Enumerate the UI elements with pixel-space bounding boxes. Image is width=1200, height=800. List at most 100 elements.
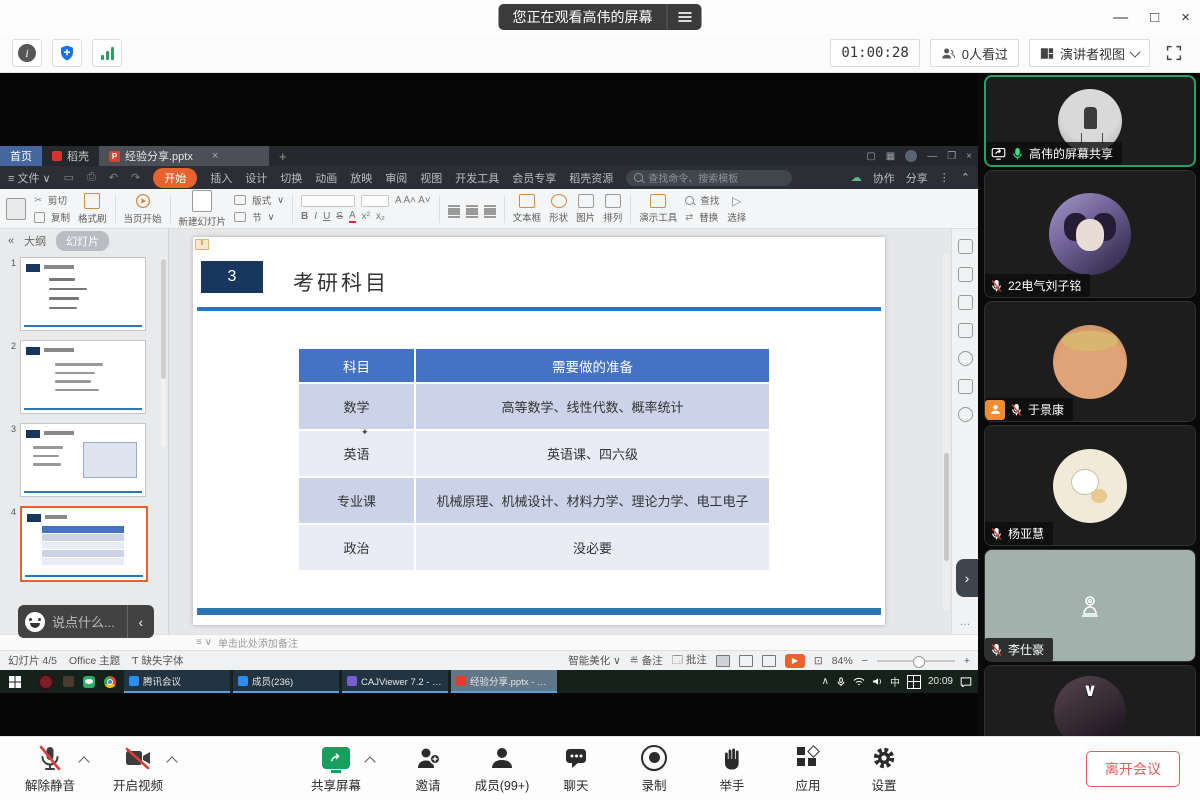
menu-devtools-tab[interactable]: 开发工具 xyxy=(455,170,499,186)
new-tab-button[interactable]: + xyxy=(269,146,297,166)
textbox-button[interactable]: 文本框 xyxy=(513,194,542,224)
picture-button[interactable]: 图片 xyxy=(576,194,595,224)
menu-member-tab[interactable]: 会员专享 xyxy=(512,170,556,186)
normal-view-icon[interactable] xyxy=(716,655,730,667)
participant-tile[interactable]: 于景康 xyxy=(984,301,1196,422)
tray-wifi-icon[interactable] xyxy=(853,677,865,687)
align-right-icon[interactable] xyxy=(484,210,496,212)
panel-scrollbar[interactable] xyxy=(161,257,166,447)
menu-docer-tab[interactable]: 稻壳资源 xyxy=(569,170,613,186)
cut-button[interactable]: ✂剪切 xyxy=(34,193,70,207)
shapes-button[interactable]: 形状 xyxy=(549,194,568,224)
menu-review-tab[interactable]: 审阅 xyxy=(385,170,407,186)
tray-volume-icon[interactable] xyxy=(872,676,883,687)
menu-start-tab[interactable]: 开始 xyxy=(153,168,197,188)
notification-icon[interactable] xyxy=(960,676,972,687)
help-icon[interactable] xyxy=(958,351,973,366)
share-options-caret[interactable] xyxy=(364,756,375,767)
panel-collapse-icon[interactable]: « xyxy=(8,235,14,247)
tray-mic-icon[interactable] xyxy=(836,676,846,688)
layout-button[interactable]: 版式 ∨ xyxy=(234,193,284,207)
tray-expand-icon[interactable]: ∧ xyxy=(822,676,829,687)
settings-button[interactable]: 设置 xyxy=(854,744,914,794)
menu-design-tab[interactable]: 设计 xyxy=(245,170,267,186)
reading-view-icon[interactable] xyxy=(762,655,776,667)
video-options-caret[interactable] xyxy=(166,756,177,767)
wps-tab-docer[interactable]: 稻壳 xyxy=(42,146,99,166)
raise-hand-button[interactable]: 举手 xyxy=(702,744,762,794)
wps-search-box[interactable]: 查找命令、搜索模板 xyxy=(626,170,792,186)
invite-button[interactable]: 邀请 xyxy=(398,744,458,794)
zoom-out-button[interactable]: − xyxy=(862,655,868,667)
wps-tab-document[interactable]: P 经验分享.pptx × xyxy=(99,146,269,166)
comments-toggle[interactable]: 🗔 批注 xyxy=(672,652,707,670)
sorter-view-icon[interactable] xyxy=(739,655,753,667)
scroll-down-chevron-icon[interactable]: ∨ xyxy=(1083,680,1098,701)
wps-tab-home[interactable]: 首页 xyxy=(0,146,42,166)
leave-meeting-button[interactable]: 离开会议 xyxy=(1086,751,1180,787)
section-button[interactable]: 节 ∨ xyxy=(234,210,284,224)
taskbar-app-cajviewer[interactable]: CAJViewer 7.2 - [演... xyxy=(342,670,448,693)
beautify-icon[interactable] xyxy=(958,295,973,310)
viewers-button[interactable]: 0人看过 xyxy=(930,39,1019,67)
chat-input-overlay[interactable]: 说点什么... ‹ xyxy=(18,605,154,638)
wps-close-button[interactable]: × xyxy=(966,151,972,162)
more-icons[interactable]: … xyxy=(960,616,971,628)
quick-save-icon[interactable]: ▭ xyxy=(64,171,74,184)
share-button[interactable]: 分享 xyxy=(906,170,928,186)
participant-tile[interactable]: 22电气刘子铭 xyxy=(984,170,1196,298)
italic-button[interactable]: I xyxy=(314,211,317,222)
participant-tile-partial[interactable]: ∨ xyxy=(984,665,1196,736)
close-tab-icon[interactable]: × xyxy=(212,150,218,162)
security-button[interactable] xyxy=(52,39,82,67)
redo-icon[interactable]: ↷ xyxy=(131,171,140,184)
tray-app-icon[interactable] xyxy=(63,676,74,687)
props-icon[interactable] xyxy=(958,239,973,254)
bold-button[interactable]: B xyxy=(301,211,308,222)
close-button[interactable]: × xyxy=(1181,10,1190,25)
view-mode-selector[interactable]: 演讲者视图 xyxy=(1029,39,1150,67)
fullscreen-button[interactable] xyxy=(1160,40,1188,66)
sidebar-expand-toggle[interactable]: › xyxy=(956,559,978,597)
wps-minimize-button[interactable]: — xyxy=(927,151,937,162)
wps-layout-icon[interactable]: ▢ xyxy=(866,151,875,162)
canvas-scrollbar[interactable] xyxy=(943,253,950,610)
wechat-icon[interactable] xyxy=(83,676,95,688)
tray-app-icon[interactable] xyxy=(38,674,54,690)
wps-account-avatar[interactable] xyxy=(905,150,917,162)
assistant-icon[interactable] xyxy=(958,407,973,422)
menu-animation-tab[interactable]: 动画 xyxy=(315,170,337,186)
collaborate-button[interactable]: 协作 xyxy=(873,170,895,186)
missing-font-warning[interactable]: Ƭ 缺失字体 xyxy=(132,653,183,668)
cloud-sync-icon[interactable]: ☁ xyxy=(851,171,862,184)
chat-placeholder[interactable]: 说点什么... xyxy=(52,612,127,631)
wps-grid-icon[interactable]: ▦ xyxy=(886,151,895,162)
bullet-list-icon[interactable] xyxy=(448,205,460,207)
participant-tile-video[interactable]: 李仕豪 xyxy=(984,549,1196,662)
animation-pane-icon[interactable] xyxy=(958,267,973,282)
taskbar-app-wps[interactable]: 经验分享.pptx - WP... xyxy=(451,670,557,693)
align-left-icon[interactable] xyxy=(448,210,460,212)
zoom-percent[interactable]: 84% xyxy=(832,655,853,667)
collapse-ribbon-icon[interactable]: ⌃ xyxy=(961,171,970,184)
menu-transition-tab[interactable]: 切换 xyxy=(280,170,302,186)
font-size-box[interactable] xyxy=(361,195,389,207)
start-button[interactable] xyxy=(0,670,30,693)
menu-file[interactable]: ≡ 文件 ∨ xyxy=(8,170,51,186)
zoom-slider[interactable] xyxy=(877,660,955,662)
comment-pane-icon[interactable] xyxy=(958,323,973,338)
tab-outline[interactable]: 大纲 xyxy=(24,233,46,249)
presentation-tools-button[interactable]: 演示工具 xyxy=(639,194,677,224)
share-screen-button[interactable]: 共享屏幕 xyxy=(306,744,366,794)
network-status-button[interactable] xyxy=(92,39,122,67)
menu-insert-tab[interactable]: 插入 xyxy=(210,170,232,186)
notes-toggle[interactable]: ≝ 备注 xyxy=(630,653,663,668)
slide-thumbnail-1[interactable] xyxy=(20,257,146,331)
participant-tile-sharing[interactable]: 高伟的屏幕共享 xyxy=(984,75,1196,167)
beautify-button[interactable]: 智能美化 ∨ xyxy=(568,653,621,668)
tray-clock[interactable]: 20:09 xyxy=(928,676,953,687)
slideshow-button[interactable]: ▶ xyxy=(785,654,805,668)
menu-slideshow-tab[interactable]: 放映 xyxy=(350,170,372,186)
current-slide[interactable]: ‖ 3 考研科目 科目 需要做的准备 数学 高等数学、线性代数、概率统计 英语 … xyxy=(193,237,885,625)
emoji-icon[interactable] xyxy=(25,612,45,632)
